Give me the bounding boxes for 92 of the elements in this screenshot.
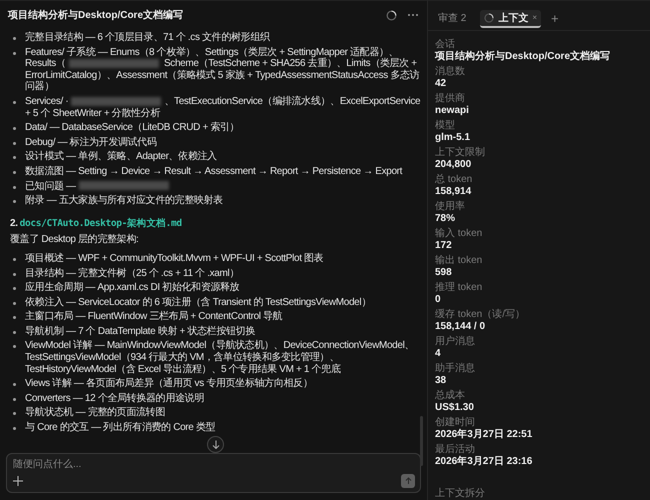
bullet-icon xyxy=(13,170,16,174)
send-button[interactable] xyxy=(401,474,415,488)
list-item-text: Views 详解 — 各页面布局差异（通用页 vs 专用页坐标轴方向相反） xyxy=(25,378,312,390)
field-label: 总 token xyxy=(435,174,474,186)
list-item-text: 数据流图 — Setting → Device → Result → Assessment → Report → Persistence → Export xyxy=(25,166,402,178)
bullet-icon xyxy=(13,142,16,145)
field-value: 项目结构分析与Desktop/Core文档编写 xyxy=(435,51,612,63)
list-item-text: 主窗口布局 — FluentWindow 三栏布局 + ContentControl 导航 xyxy=(25,311,282,323)
more-icon xyxy=(407,13,419,17)
field-label: 会话 xyxy=(435,39,456,50)
list-item-text: 附录 — 五大家族与所有对应文件的完整映射表 xyxy=(25,195,223,207)
list-item-text: ViewModel 详解 — MainWindowViewModel（导航状态机）、DeviceConnectionViewModel、TestSettingsViewModel（934 行最大的 VM，含单位转换和多变比管理）、TestHistoryViewModel（含 Excel 导出流程）、5 个专用结果 VM + 1 个兜底 xyxy=(25,340,416,376)
field-value: 0 xyxy=(435,294,442,306)
field-value: 172 xyxy=(435,240,453,252)
bullet-icon xyxy=(13,156,16,160)
field-label: 消息数 xyxy=(435,66,466,78)
field-label: 推理 token xyxy=(435,282,484,294)
list-item-text: 项目概述 — WPF + CommunityToolkit.Mvvm + WPF-UI + ScottPlot 图表 xyxy=(25,252,324,264)
bullet-icon xyxy=(13,200,16,204)
list-item-text: 依赖注入 — ServiceLocator 的 6 项注册（含 Transient 的 TestSettingsViewModel） xyxy=(25,296,371,308)
list-item-text: 设计模式 — 单例、策略、Adapter、依赖注入 xyxy=(25,151,217,163)
bullet-icon xyxy=(13,302,16,305)
attach-button[interactable] xyxy=(13,476,23,486)
field-label: 使用率 xyxy=(435,201,466,213)
heading-number: 2. xyxy=(10,218,18,230)
field-value: 2026年3月27日 23:16 xyxy=(435,456,534,468)
field-label: 输入 token xyxy=(435,228,484,240)
field-label: 创建时间 xyxy=(435,417,476,428)
list-item-text: 完整目录结构 — 6 个顶层目录、71 个 .cs 文件的树形组织 xyxy=(25,32,270,44)
list-item-text: 导航状态机 — 完整的页面流转图 xyxy=(25,407,165,420)
field-value: 2026年3月27日 22:51 xyxy=(435,429,534,441)
bullet-icon xyxy=(13,127,16,130)
field-value: 204,800 xyxy=(435,159,472,171)
field-value: 598 xyxy=(435,267,453,279)
down-arrow-icon xyxy=(212,440,220,449)
bullet-icon xyxy=(13,383,16,386)
bullet-icon xyxy=(13,287,16,290)
paragraph: 覆盖了 Desktop 层的完整架构: xyxy=(10,234,140,246)
add-tab-button[interactable]: + xyxy=(551,11,559,26)
list-item-text: Services/ · 、TestExecutionService（编排流水线）、ExcelExportService + 5 个 SheetWriter + 分散性分析 xyxy=(25,96,421,120)
list-item-text: 与 Core 的交互 — 列出所有消费的 Core 类型 xyxy=(25,422,216,434)
field-value: 158,914 xyxy=(435,186,472,198)
message-input[interactable]: 随便问点什么... xyxy=(13,459,415,470)
bullet-icon xyxy=(13,427,16,430)
field-value: 42 xyxy=(435,78,448,90)
section-title: 上下文拆分 xyxy=(434,486,486,500)
field-label: 提供商 xyxy=(435,93,466,105)
bullet-icon xyxy=(13,52,16,55)
field-label: 缓存 token（读/写） xyxy=(435,309,526,321)
bullet-icon xyxy=(13,258,16,261)
bullet-icon xyxy=(13,316,16,320)
tab[interactable]: 审查 2 xyxy=(434,10,470,28)
field-label: 模型 xyxy=(435,120,456,132)
list-item-text: Debug/ — 标注为开发调试代码 xyxy=(25,136,157,148)
field-value: US$1.30 xyxy=(435,402,475,414)
list-item-text: Converters — 12 个全局转换器的用途说明 xyxy=(25,392,204,404)
field-value: 158,144 / 0 xyxy=(435,321,486,333)
spinner-icon xyxy=(484,12,494,22)
field-value: newapi xyxy=(435,105,470,117)
field-value: 4 xyxy=(435,348,442,360)
field-value: glm-5.1 xyxy=(435,132,472,144)
plus-icon xyxy=(13,476,23,486)
bullet-icon xyxy=(13,330,16,334)
field-label: 上下文限制 xyxy=(435,147,486,159)
list-item-text: 应用生命周期 — App.xaml.cs DI 初始化和资源释放 xyxy=(25,282,240,294)
message-composer[interactable]: 随便问点什么... xyxy=(6,453,421,493)
bullet-icon xyxy=(13,272,16,276)
bullet-icon xyxy=(13,100,16,104)
bullet-icon xyxy=(13,345,16,348)
up-arrow-icon xyxy=(404,477,412,485)
field-label: 最后活动 xyxy=(435,444,476,456)
bullet-icon xyxy=(13,37,16,40)
scroll-down-button[interactable] xyxy=(207,436,224,453)
field-value: 38 xyxy=(435,375,448,387)
list-item-text: 导航机制 — 7 个 DataTemplate 映射 + 状态栏按钮切换 xyxy=(25,326,255,338)
field-label: 输出 token xyxy=(435,255,484,267)
field-label: 助手消息 xyxy=(435,363,476,375)
bullet-icon xyxy=(13,186,16,189)
file-link[interactable]: docs/CTAuto.Desktop-架构文档.md xyxy=(20,218,182,230)
field-label: 总成本 xyxy=(435,390,466,402)
bullet-icon xyxy=(13,412,16,416)
field-value: 78% xyxy=(435,213,456,225)
bullet-icon xyxy=(13,398,16,401)
list-item-text: 已知问题 — xyxy=(25,180,172,192)
spinner-icon xyxy=(386,10,397,20)
list-item-text: Data/ — DatabaseService（LiteDB CRUD + 索引） xyxy=(25,122,240,134)
close-tab-button[interactable]: × xyxy=(532,13,538,22)
field-label: 用户消息 xyxy=(435,336,476,348)
list-item-text: 目录结构 — 完整文件树（25 个 .cs + 11 个 .xaml） xyxy=(25,268,239,280)
list-item-text: Features/ 子系统 — Enums（8 个枚举）、Settings（类层次 + SettingMapper 适配器）、Results（ Scheme（TestScheme + SHA256 去重）、Limits（类层次 + ErrorLimitCatalog）、Assessment（策略模式 5 家族 + TypedAssessmentStatusAccess 多态访问器） xyxy=(25,46,420,93)
conversation-title: 项目结构分析与Desktop/Core文档编写 xyxy=(8,8,184,22)
tab[interactable]: 上下文 × xyxy=(480,10,542,28)
